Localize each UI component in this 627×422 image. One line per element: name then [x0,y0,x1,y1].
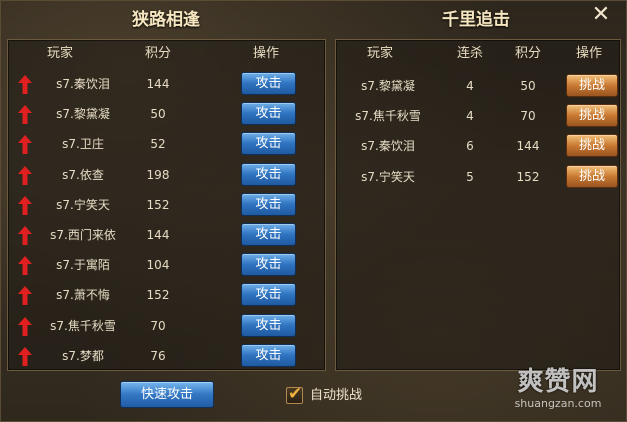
player-score: 152 [146,288,170,303]
quick-attack-button[interactable]: 快速攻击 [120,381,214,408]
checkmark-icon: ✔ [288,384,303,404]
player-name: s7.黎黛凝 [56,107,110,122]
player-score: 152 [146,197,170,212]
right-panel: 玩家 连杀 积分 操作 s7.黎黛凝 4 50 挑战 s7.焦千秋雪 4 70 挑战 s7.秦饮… [335,39,621,371]
player-name: s7.梦都 [62,348,104,363]
watermark: 爽赞网 shuangzan.com [502,367,614,419]
player-name: s7.西门来依 [50,228,116,242]
table-row: s7.卫庄 52 攻击 [8,129,327,159]
left-panel: 玩家 积分 操作 s7.秦饮泪 144 攻击 s7.黎黛凝 50 攻击 s7.卫庄 52 攻击 s… [7,39,326,371]
kill-streak: 4 [466,109,474,124]
table-row: s7.秦饮泪 6 144 挑战 [336,131,622,161]
header-score: 积分 [144,46,171,61]
watermark-logo: 爽赞网 [517,367,599,397]
table-row: s7.黎黛凝 50 攻击 [8,99,327,129]
attack-button[interactable]: 攻击 [241,132,296,156]
attack-button[interactable]: 攻击 [241,253,296,277]
table-row: s7.焦千秋雪 70 攻击 [8,311,327,341]
up-arrow-icon [18,195,32,215]
challenge-button[interactable]: 挑战 [566,104,618,128]
player-name: s7.于寓陌 [56,258,110,273]
up-arrow-icon [18,346,32,366]
table-row: s7.焦千秋雪 4 70 挑战 [336,101,622,131]
header-player: 玩家 [46,46,73,61]
header-player: 玩家 [366,46,393,61]
up-arrow-icon [18,286,32,306]
up-arrow-icon [18,135,32,155]
attack-button[interactable]: 攻击 [241,343,296,367]
attack-button[interactable]: 攻击 [241,162,296,186]
attack-button[interactable]: 攻击 [241,313,296,337]
attack-button[interactable]: 攻击 [241,223,296,246]
attack-button[interactable]: 攻击 [241,102,296,126]
up-arrow-icon [18,165,32,185]
player-score: 70 [150,318,166,333]
player-score: 52 [150,137,166,152]
player-name: s7.黎黛凝 [361,79,415,93]
table-row: s7.宁笑天 152 攻击 [8,190,327,220]
player-score: 70 [520,109,536,124]
up-arrow-icon [18,226,32,245]
table-row: s7.依查 198 攻击 [8,160,327,190]
close-icon[interactable]: ✕ [590,4,612,27]
player-name: s7.宁笑天 [56,197,110,212]
player-name: s7.卫庄 [62,137,104,152]
player-name: s7.焦千秋雪 [355,109,421,124]
challenge-button[interactable]: 挑战 [566,134,618,158]
player-score: 76 [150,348,166,363]
header-action: 操作 [252,46,279,61]
up-arrow-icon [18,75,32,94]
player-score: 104 [146,258,170,273]
watermark-url: shuangzan.com [514,397,602,410]
player-name: s7.宁笑天 [361,169,415,184]
player-score: 144 [516,139,540,154]
table-row: s7.西门来依 144 攻击 [8,220,327,250]
auto-challenge-label: 自动挑战 [310,388,363,403]
up-arrow-icon [18,256,32,276]
player-score: 144 [146,228,170,242]
attack-button[interactable]: 攻击 [241,192,296,216]
player-name: s7.焦千秋雪 [50,318,116,333]
kill-streak: 4 [466,79,474,93]
table-row: s7.宁笑天 5 152 挑战 [336,162,622,192]
player-score: 144 [146,77,170,91]
player-name: s7.秦饮泪 [361,139,415,154]
table-row: s7.萧不悔 152 攻击 [8,280,327,310]
attack-button[interactable]: 攻击 [241,72,296,95]
auto-challenge-checkbox[interactable]: ✔ [286,384,303,404]
player-name: s7.依查 [62,167,104,182]
rank-window: 狭路相逢 千里追击 ✕ 玩家 积分 操作 s7.秦饮泪 144 攻击 s7.黎黛凝 50… [0,0,627,422]
kill-streak: 5 [466,169,474,184]
player-score: 198 [146,167,170,182]
right-title: 千里追击 [442,10,510,30]
table-row: s7.于寓陌 104 攻击 [8,250,327,280]
kill-streak: 6 [466,139,474,154]
table-row: s7.黎黛凝 4 50 挑战 [336,71,622,101]
player-name: s7.秦饮泪 [56,77,110,91]
player-score: 50 [520,79,536,93]
table-row: s7.梦都 76 攻击 [8,341,327,371]
left-title: 狭路相逢 [132,10,200,30]
player-score: 152 [516,169,540,184]
up-arrow-icon [18,105,32,125]
challenge-button[interactable]: 挑战 [566,164,618,188]
attack-button[interactable]: 攻击 [241,283,296,307]
player-name: s7.萧不悔 [56,288,110,303]
table-row: s7.秦饮泪 144 攻击 [8,69,327,99]
challenge-button[interactable]: 挑战 [566,74,618,97]
up-arrow-icon [18,316,32,336]
header-action: 操作 [575,46,602,61]
player-score: 50 [150,107,166,122]
header-streak: 连杀 [456,46,483,61]
header-score: 积分 [514,46,541,61]
